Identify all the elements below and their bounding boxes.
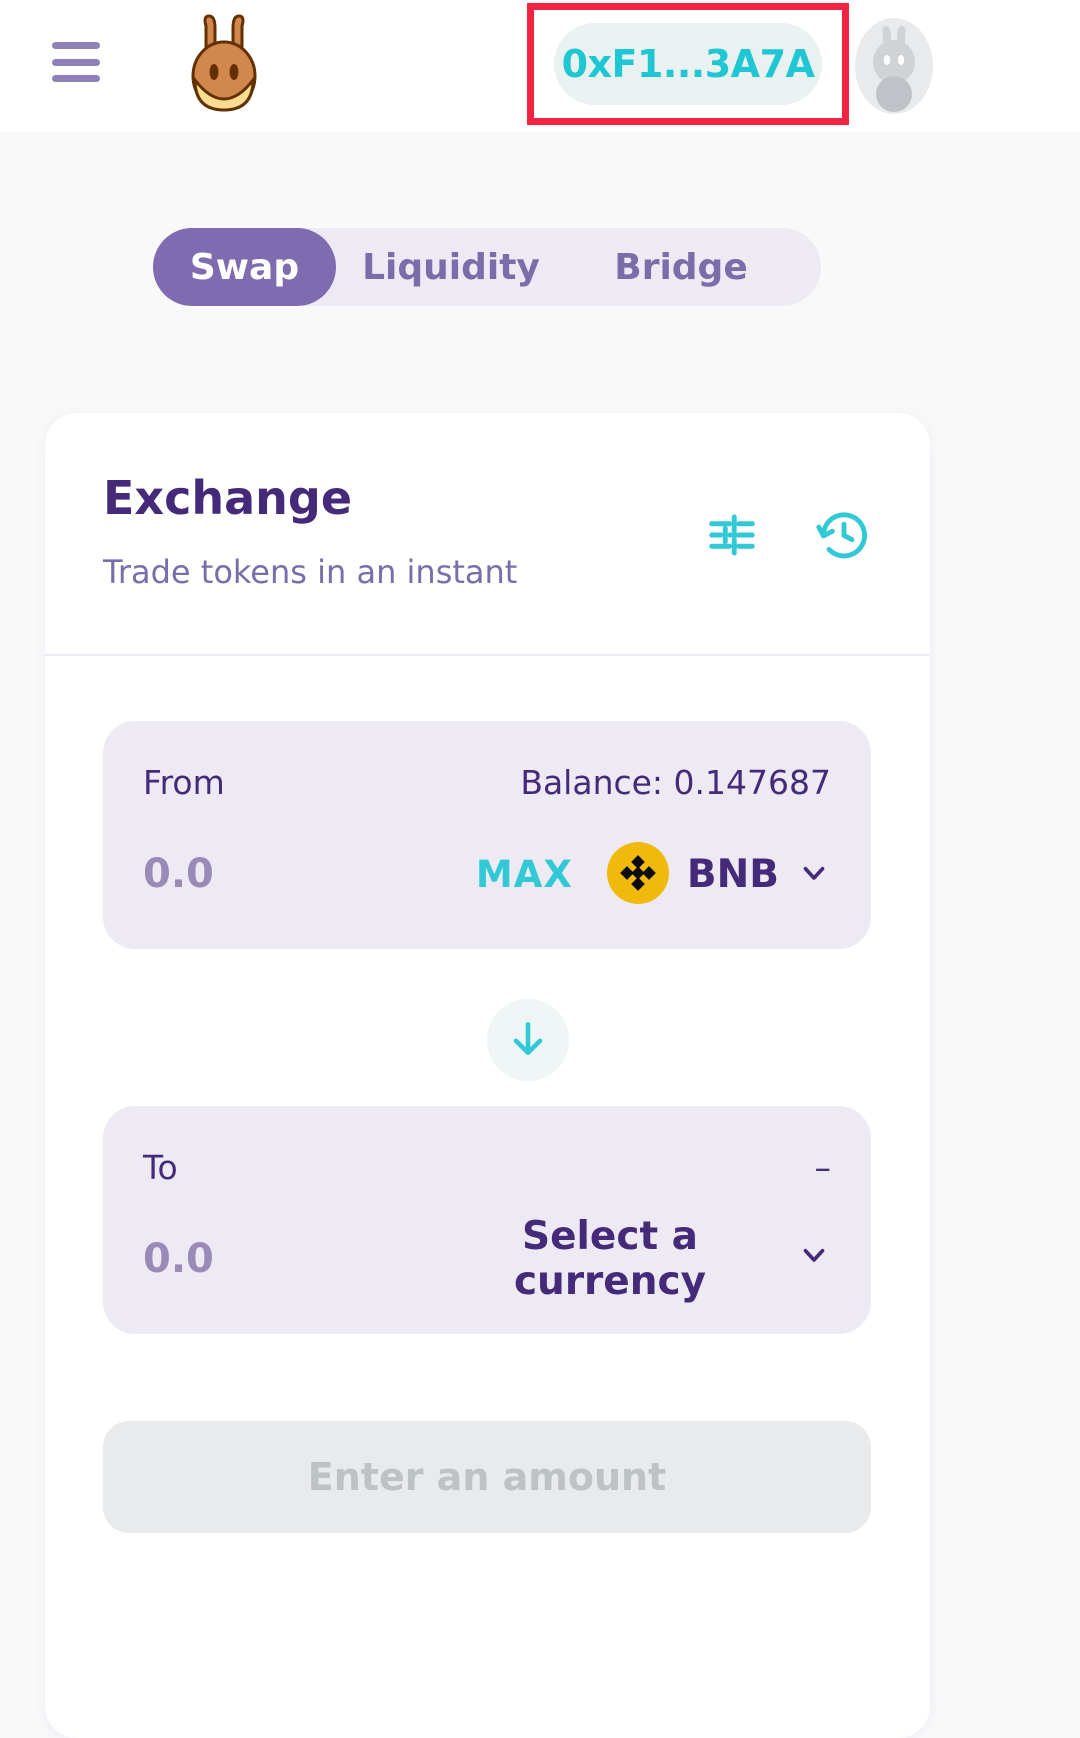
main-tab-bar: Swap Liquidity Bridge [153,228,821,306]
from-token-symbol: BNB [686,851,779,897]
to-token-selector[interactable]: Select a currency [443,1214,831,1304]
from-token-selector[interactable]: BNB [606,841,831,907]
from-panel-top-row: From Balance: 0.147687 [143,763,831,802]
hamburger-menu-icon[interactable] [52,42,100,82]
exchange-card-header: Exchange Trade tokens in an instant [45,413,930,656]
settings-sliders-icon[interactable] [704,507,760,563]
user-avatar-rabbit-icon[interactable] [855,18,933,114]
transaction-history-clock-icon[interactable] [816,507,872,563]
page-subtitle: Trade tokens in an instant [103,553,518,591]
bnb-coin-icon [606,841,669,907]
menu-bar-2 [52,58,100,66]
tab-swap[interactable]: Swap [153,228,336,306]
arrow-down-icon [506,1017,550,1064]
from-panel: From Balance: 0.147687 MAX [103,721,871,949]
to-panel-bottom-row: Select a currency [143,1214,831,1304]
swap-direction-button[interactable] [487,999,569,1081]
chevron-down-icon [797,856,831,893]
chevron-down-icon [797,1237,831,1282]
to-panel: To – Select a currency [103,1106,871,1334]
page-title: Exchange [103,471,353,525]
pancakeswap-rabbit-logo[interactable] [182,14,266,118]
to-panel-top-row: To – [143,1148,831,1187]
menu-bar-1 [52,42,100,49]
from-panel-controls: MAX BNB [476,841,831,907]
from-label: From [143,763,225,802]
from-amount-input[interactable] [143,851,443,897]
to-label: To [143,1148,178,1187]
tab-bridge[interactable]: Bridge [566,228,796,306]
wallet-address-button[interactable]: 0xF1...3A7A [554,23,822,105]
select-currency-label: Select a currency [513,1214,707,1304]
enter-amount-button[interactable]: Enter an amount [103,1421,871,1533]
tab-liquidity[interactable]: Liquidity [336,228,566,306]
menu-bar-3 [52,75,100,82]
exchange-card: Exchange Trade tokens in an instant From… [45,413,930,1738]
from-panel-bottom-row: MAX BNB [143,841,831,907]
max-button[interactable]: MAX [476,853,573,896]
app-header: 0xF1...3A7A [0,0,1080,132]
to-amount-input[interactable] [143,1236,443,1282]
from-balance: Balance: 0.147687 [520,763,831,802]
card-header-actions [704,507,872,563]
app-root: 0xF1...3A7A Swap Liquidity Bridge Exchan… [0,0,1080,1738]
wallet-address-highlight-box: 0xF1...3A7A [527,3,849,125]
to-balance: – [814,1148,832,1187]
